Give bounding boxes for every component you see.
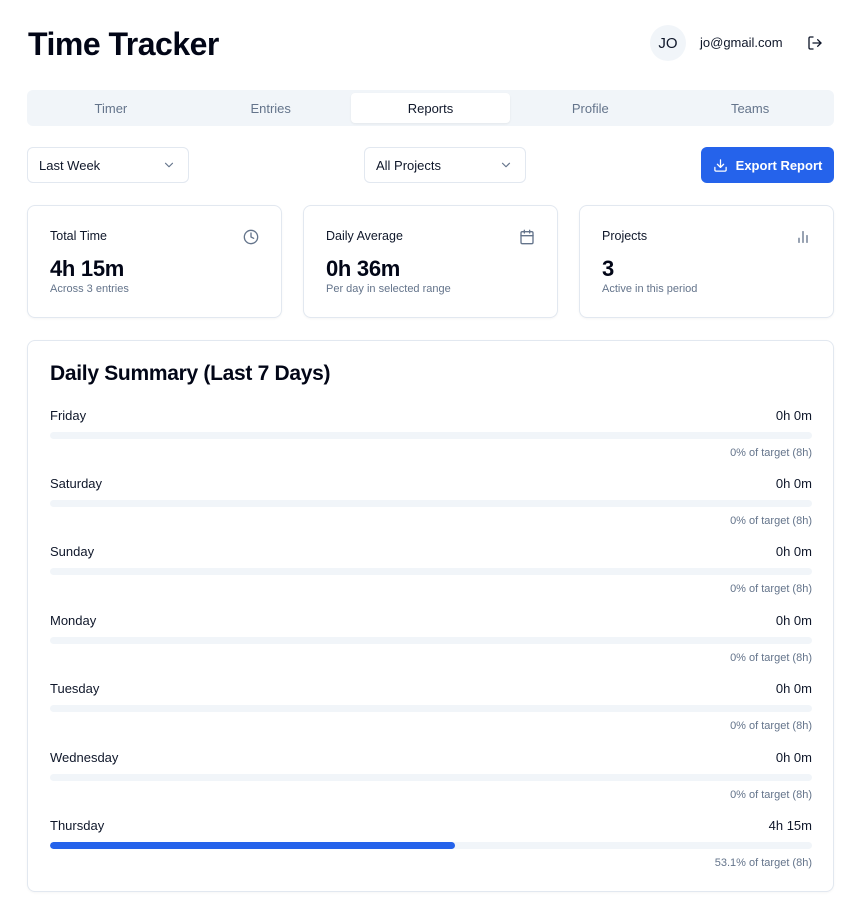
day-name: Saturday xyxy=(50,476,103,491)
day-progress-track xyxy=(50,568,812,575)
day-row-monday: Monday 0h 0m 0% of target (8h) xyxy=(50,613,812,673)
day-percent: 0% of target (8h) xyxy=(730,720,812,732)
stat-subtext: Across 3 entries xyxy=(50,283,129,295)
day-name: Friday xyxy=(50,408,87,423)
stat-subtext: Per day in selected range xyxy=(326,283,451,295)
user-email: jo@gmail.com xyxy=(700,35,783,50)
day-progress-track xyxy=(50,705,812,712)
tab-entries[interactable]: Entries xyxy=(191,93,351,123)
day-progress-track xyxy=(50,432,812,439)
day-name: Tuesday xyxy=(50,681,100,696)
stat-card-total-time: Total Time 4h 15m Across 3 entries xyxy=(27,205,282,318)
project-select[interactable]: All Projects xyxy=(364,147,526,183)
day-row-saturday: Saturday 0h 0m 0% of target (8h) xyxy=(50,476,812,536)
day-time: 4h 15m xyxy=(768,818,812,833)
day-row-sunday: Sunday 0h 0m 0% of target (8h) xyxy=(50,544,812,604)
day-row-friday: Friday 0h 0m 0% of target (8h) xyxy=(50,408,812,468)
day-time: 0h 0m xyxy=(775,476,812,491)
stat-card-projects: Projects 3 Active in this period xyxy=(579,205,834,318)
tab-timer[interactable]: Timer xyxy=(31,93,191,123)
stat-card-daily-average: Daily Average 0h 36m Per day in selected… xyxy=(303,205,558,318)
day-percent: 0% of target (8h) xyxy=(730,652,812,664)
calendar-icon xyxy=(520,229,534,245)
app-title: Time Tracker xyxy=(28,26,219,62)
tab-reports[interactable]: Reports xyxy=(350,93,511,123)
stat-label: Daily Average xyxy=(326,229,403,243)
stat-value: 4h 15m xyxy=(50,256,125,281)
day-progress-track xyxy=(50,842,812,849)
download-icon xyxy=(713,158,727,172)
day-name: Monday xyxy=(50,613,97,628)
tab-teams[interactable]: Teams xyxy=(670,93,830,123)
day-name: Sunday xyxy=(50,544,95,559)
tab-bar: Timer Entries Reports Profile Teams xyxy=(27,90,834,126)
stat-label: Total Time xyxy=(50,229,107,243)
day-progress-track xyxy=(50,774,812,781)
stat-subtext: Active in this period xyxy=(602,283,698,295)
export-report-button[interactable]: Export Report xyxy=(701,147,834,183)
day-row-wednesday: Wednesday 0h 0m 0% of target (8h) xyxy=(50,750,812,810)
day-percent: 0% of target (8h) xyxy=(730,583,812,595)
chevron-down-icon xyxy=(164,162,174,168)
day-row-thursday: Thursday 4h 15m 53.1% of target (8h) xyxy=(50,818,812,878)
daily-summary-title: Daily Summary (Last 7 Days) xyxy=(50,362,331,385)
logout-button[interactable] xyxy=(803,32,827,54)
day-time: 0h 0m xyxy=(775,681,812,696)
day-time: 0h 0m xyxy=(775,613,812,628)
day-name: Wednesday xyxy=(50,750,119,765)
log-out-icon xyxy=(808,36,822,50)
project-value: All Projects xyxy=(376,157,442,173)
date-range-select[interactable]: Last Week xyxy=(27,147,189,183)
day-time: 0h 0m xyxy=(775,408,812,423)
day-percent: 0% of target (8h) xyxy=(730,515,812,527)
tab-profile[interactable]: Profile xyxy=(510,93,670,123)
avatar[interactable]: JO xyxy=(650,25,686,61)
day-progress-track xyxy=(50,637,812,644)
day-percent: 0% of target (8h) xyxy=(730,447,812,459)
stat-value: 0h 36m xyxy=(326,256,401,281)
day-percent: 0% of target (8h) xyxy=(730,789,812,801)
export-report-label: Export Report xyxy=(735,157,823,173)
day-progress-track xyxy=(50,500,812,507)
stat-value: 3 xyxy=(602,256,614,281)
day-progress-fill xyxy=(50,842,455,849)
day-percent: 53.1% of target (8h) xyxy=(714,857,812,869)
day-time: 0h 0m xyxy=(775,750,812,765)
day-row-tuesday: Tuesday 0h 0m 0% of target (8h) xyxy=(50,681,812,741)
stat-label: Projects xyxy=(602,229,648,243)
date-range-value: Last Week xyxy=(39,157,101,173)
clock-icon xyxy=(243,229,259,245)
daily-summary-card: Daily Summary (Last 7 Days) Friday 0h 0m… xyxy=(27,340,834,892)
bar-chart-icon xyxy=(798,231,808,243)
day-name: Thursday xyxy=(50,818,105,833)
day-time: 0h 0m xyxy=(775,544,812,559)
chevron-down-icon xyxy=(501,162,511,168)
